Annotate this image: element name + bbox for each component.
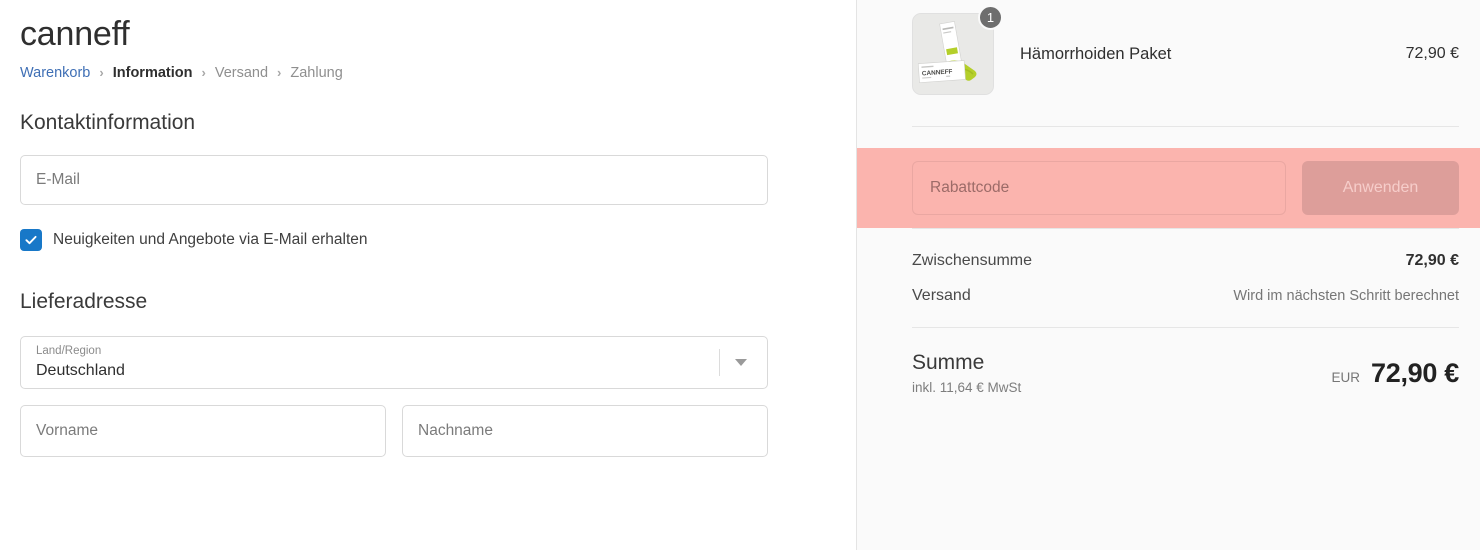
- line-item-name: Hämorrhoiden Paket: [1020, 44, 1172, 63]
- first-name-placeholder: Vorname: [36, 422, 99, 439]
- select-divider: [719, 349, 720, 376]
- breadcrumb: Warenkorb › Information › Versand › Zahl…: [20, 64, 856, 82]
- grand-total-tax-note: inkl. 11,64 € MwSt: [912, 380, 1022, 395]
- chevron-right-icon: ›: [201, 65, 206, 80]
- address-section-title: Lieferadresse: [20, 290, 148, 313]
- breadcrumb-item-information[interactable]: Information: [113, 64, 193, 82]
- currency-code: EUR: [1331, 369, 1361, 385]
- subtotal-row: Zwischensumme 72,90 €: [912, 252, 1459, 270]
- apply-discount-button[interactable]: Anwenden: [1302, 161, 1459, 215]
- line-item-price: 72,90 €: [1405, 45, 1459, 62]
- subtotal-label: Zwischensumme: [912, 252, 1033, 269]
- shipping-label: Versand: [912, 287, 971, 304]
- shipping-row: Versand Wird im nächsten Schritt berechn…: [912, 287, 1459, 305]
- breadcrumb-item-zahlung[interactable]: Zahlung: [290, 64, 342, 82]
- divider: [912, 126, 1459, 127]
- contact-section-title: Kontaktinformation: [20, 111, 196, 134]
- last-name-placeholder: Nachname: [418, 422, 493, 439]
- email-field[interactable]: E-Mail: [20, 155, 768, 205]
- checkout-form-column: canneff Warenkorb › Information › Versan…: [0, 0, 857, 550]
- divider: [912, 228, 1459, 229]
- grand-total-amount-group: EUR 72,90 €: [1332, 358, 1460, 389]
- chevron-down-icon[interactable]: [715, 337, 767, 388]
- country-select[interactable]: Land/Region Deutschland: [20, 336, 768, 389]
- first-name-field[interactable]: Vorname: [20, 405, 386, 457]
- grand-total-label: Summe: [912, 351, 985, 374]
- grand-total-amount: 72,90 €: [1371, 357, 1459, 388]
- breadcrumb-item-versand[interactable]: Versand: [215, 64, 268, 82]
- quantity-badge: 1: [978, 5, 1003, 30]
- discount-code-placeholder: Rabattcode: [930, 179, 1010, 196]
- discount-code-input[interactable]: Rabattcode: [912, 161, 1286, 215]
- country-select-value: Deutschland: [36, 362, 125, 379]
- grand-total-label-group: Summe inkl. 11,64 € MwSt: [912, 350, 1021, 396]
- order-summary-panel: CANNEFF 1 Hämorrhoiden Paket 72,90 € Rab…: [857, 0, 1480, 550]
- line-item: CANNEFF 1 Hämorrhoiden Paket 72,90 €: [912, 0, 1459, 95]
- shipping-value: Wird im nächsten Schritt berechnet: [1233, 288, 1459, 304]
- breadcrumb-item-warenkorb[interactable]: Warenkorb: [20, 64, 90, 82]
- subtotal-value: 72,90 €: [1405, 252, 1459, 269]
- email-placeholder: E-Mail: [36, 171, 80, 188]
- checkout-page: canneff Warenkorb › Information › Versan…: [0, 0, 1480, 550]
- newsletter-checkbox-row[interactable]: Neuigkeiten und Angebote via E-Mail erha…: [20, 229, 856, 251]
- name-row: Vorname Nachname: [20, 405, 856, 457]
- divider: [912, 327, 1459, 328]
- last-name-field[interactable]: Nachname: [402, 405, 768, 457]
- caret-glyph: [735, 359, 747, 366]
- summary-totals: Zwischensumme 72,90 € Versand Wird im nä…: [857, 228, 1480, 396]
- product-thumbnail-wrap: CANNEFF 1: [912, 5, 1003, 95]
- summary-line-items: CANNEFF 1 Hämorrhoiden Paket 72,90 €: [857, 0, 1480, 127]
- chevron-right-icon: ›: [99, 65, 104, 80]
- checkmark-icon[interactable]: [20, 229, 42, 251]
- chevron-right-icon: ›: [277, 65, 282, 80]
- newsletter-label: Neuigkeiten und Angebote via E-Mail erha…: [53, 231, 368, 248]
- country-select-label: Land/Region: [36, 345, 102, 357]
- grand-total-row: Summe inkl. 11,64 € MwSt EUR 72,90 €: [912, 350, 1459, 396]
- store-logo[interactable]: canneff: [20, 13, 856, 55]
- discount-section: Rabattcode Anwenden: [857, 148, 1480, 228]
